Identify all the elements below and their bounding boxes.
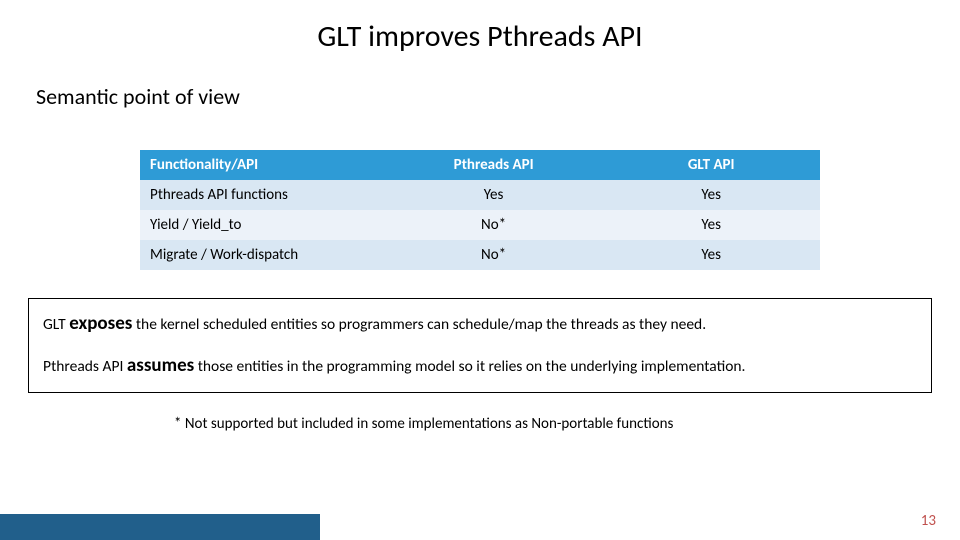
cell-pthreads: No* xyxy=(385,210,603,240)
cell-func: Migrate / Work-dispatch xyxy=(140,240,385,270)
table-row: Pthreads API functions Yes Yes xyxy=(140,180,820,210)
footnote: * Not supported but included in some imp… xyxy=(174,415,960,433)
slide-subtitle: Semantic point of view xyxy=(0,55,960,110)
footer-accent-bar xyxy=(0,514,320,540)
th-functionality: Functionality/API xyxy=(140,150,385,180)
th-pthreads: Pthreads API xyxy=(385,150,603,180)
page-number: 13 xyxy=(921,512,936,530)
cell-pthreads: Yes xyxy=(385,180,603,210)
explanation-line-1: GLT exposes the kernel scheduled entitie… xyxy=(43,309,917,339)
comparison-table: Functionality/API Pthreads API GLT API P… xyxy=(140,150,820,270)
cell-glt: Yes xyxy=(602,180,820,210)
table-row: Yield / Yield_to No* Yes xyxy=(140,210,820,240)
cell-func: Pthreads API functions xyxy=(140,180,385,210)
cell-glt: Yes xyxy=(602,240,820,270)
th-glt: GLT API xyxy=(602,150,820,180)
slide-title: GLT improves Pthreads API xyxy=(0,0,960,55)
cell-pthreads: No* xyxy=(385,240,603,270)
cell-glt: Yes xyxy=(602,210,820,240)
table-header-row: Functionality/API Pthreads API GLT API xyxy=(140,150,820,180)
line2-pre: Pthreads API xyxy=(43,357,127,376)
cell-func: Yield / Yield_to xyxy=(140,210,385,240)
table-row: Migrate / Work-dispatch No* Yes xyxy=(140,240,820,270)
line2-post: those entities in the programming model … xyxy=(194,357,745,376)
line2-emphasis: assumes xyxy=(127,354,194,377)
explanation-box: GLT exposes the kernel scheduled entitie… xyxy=(28,298,932,393)
line1-post: the kernel scheduled entities so program… xyxy=(132,315,706,334)
explanation-line-2: Pthreads API assumes those entities in t… xyxy=(43,351,917,381)
line1-emphasis: exposes xyxy=(69,312,132,335)
line1-pre: GLT xyxy=(43,315,69,334)
